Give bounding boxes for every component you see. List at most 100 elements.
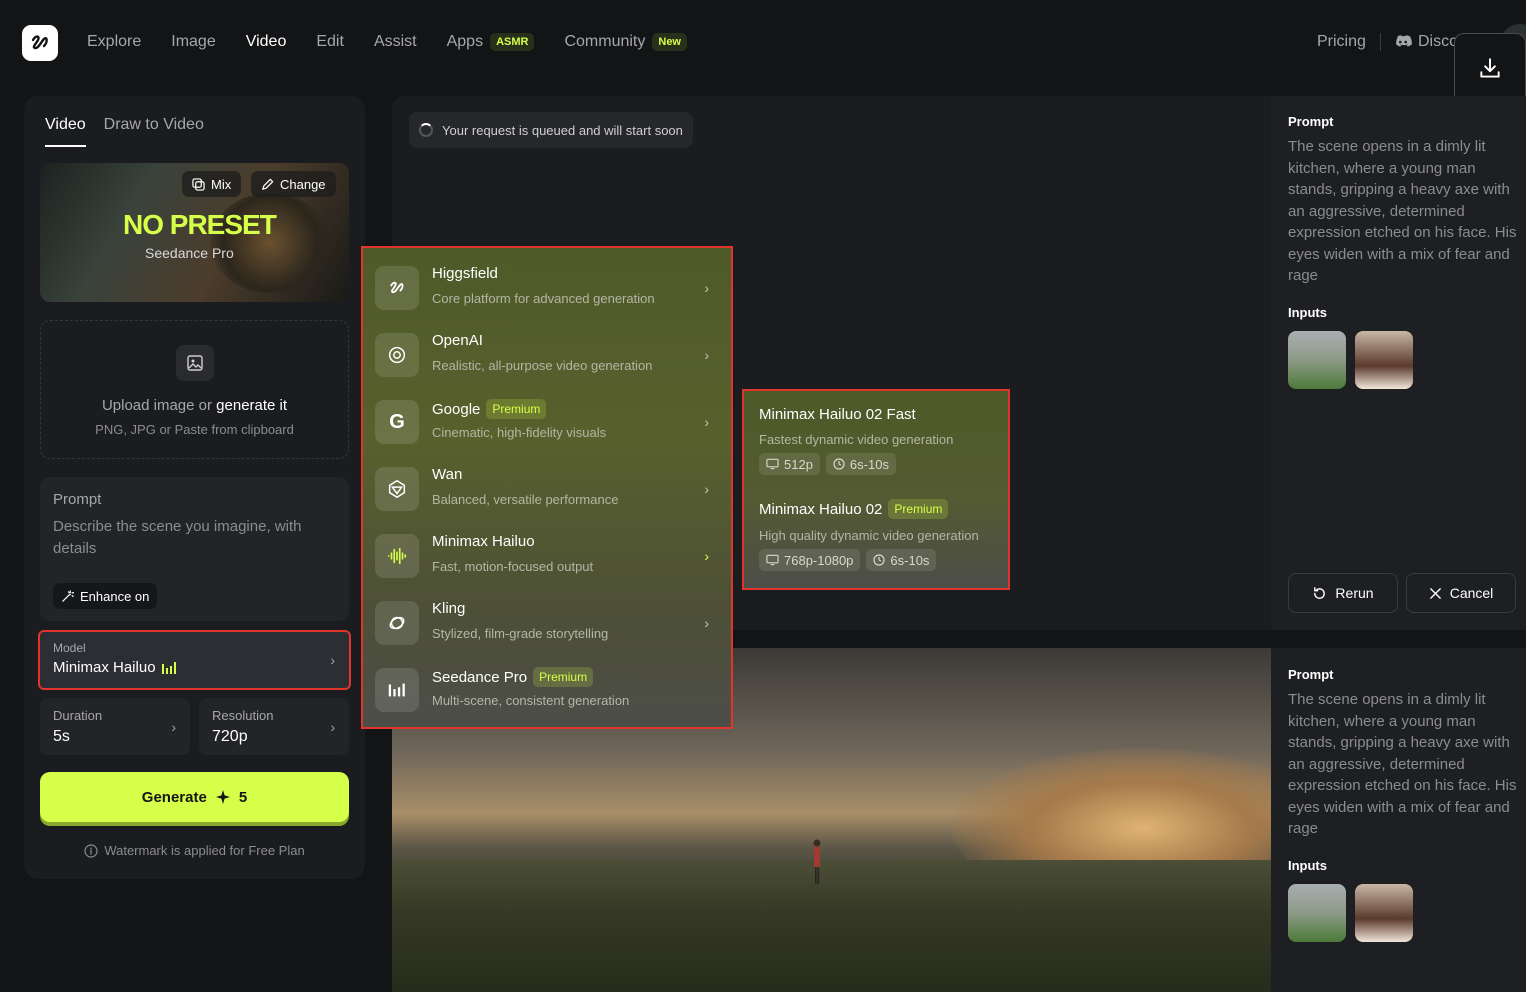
menu-item-openai[interactable]: OpenAI Realistic, all-purpose video gene… xyxy=(375,325,721,385)
menu-item-higgsfield[interactable]: Higgsfield Core platform for advanced ge… xyxy=(375,258,721,318)
chevron-right-icon: › xyxy=(171,718,176,735)
higgsfield-icon xyxy=(375,266,419,310)
nav-explore[interactable]: Explore xyxy=(87,33,141,51)
pencil-icon xyxy=(261,178,274,190)
submenu-item-name: Minimax Hailuo 02 Premium xyxy=(759,499,979,519)
chevron-right-icon: › xyxy=(704,548,709,564)
upload-hint: PNG, JPG or Paste from clipboard xyxy=(95,422,294,437)
menu-item-name: Minimax Hailuo xyxy=(432,533,535,550)
prompt-label: Prompt xyxy=(1288,667,1334,682)
video-details-panel: Prompt The scene opens in a dimly lit ki… xyxy=(1271,648,1526,992)
provider-name: Higgsfield xyxy=(432,265,498,282)
generate-it-link[interactable]: generate it xyxy=(216,397,287,414)
resolution-value: 720p xyxy=(212,728,248,745)
inputs-label: Inputs xyxy=(1288,858,1327,873)
submenu-item-desc: Fastest dynamic video generation xyxy=(759,432,954,447)
tab-draw-to-video[interactable]: Draw to Video xyxy=(104,116,204,147)
rerun-icon xyxy=(1314,586,1326,599)
mode-tabs: Video Draw to Video xyxy=(45,116,204,147)
chevron-right-icon: › xyxy=(704,414,709,430)
duration-selector[interactable]: Duration 5s › xyxy=(40,698,190,755)
menu-item-seedance-pro[interactable]: Seedance Pro Premium Multi-scene, consist… xyxy=(375,660,721,720)
enhance-toggle[interactable]: Enhance on xyxy=(53,583,158,609)
premium-badge: Premium xyxy=(486,399,547,419)
prompt-label: Prompt xyxy=(53,491,102,508)
nav-edit[interactable]: Edit xyxy=(316,33,344,51)
monitor-icon xyxy=(766,554,779,566)
generate-cost: 5 xyxy=(238,788,248,806)
premium-badge: Premium xyxy=(888,499,949,519)
preset-image xyxy=(210,193,330,293)
upload-dropzone[interactable]: Upload image or generate it PNG, JPG or … xyxy=(40,320,349,459)
input-thumbnail[interactable] xyxy=(1355,331,1413,389)
bars-icon xyxy=(375,668,419,712)
provider-name: Wan xyxy=(432,466,463,483)
nav-video[interactable]: Video xyxy=(246,33,287,51)
rerun-button[interactable]: Rerun xyxy=(1288,573,1398,613)
tab-video[interactable]: Video xyxy=(45,116,86,147)
generate-button[interactable]: Generate 5 xyxy=(40,772,349,822)
prompt-box[interactable]: Prompt Describe the scene you imagine, w… xyxy=(40,477,349,621)
menu-item-minimax-hailuo[interactable]: Minimax Hailuo Fast, motion-focused outp… xyxy=(375,526,721,586)
input-thumbnail[interactable] xyxy=(1355,884,1413,942)
chevron-right-icon: › xyxy=(704,280,709,296)
preset-card[interactable]: Mix Change NO PRESET Seedance Pro xyxy=(40,163,349,302)
logo-icon[interactable] xyxy=(22,25,58,61)
asmr-badge: ASMR xyxy=(490,33,535,51)
download-icon xyxy=(1480,58,1500,78)
menu-item-name: Seedance Pro Premium xyxy=(432,667,594,687)
nav-label: Apps xyxy=(446,33,484,50)
menu-item-google[interactable]: G Google Premium Cinematic, high-fidelity… xyxy=(375,392,721,452)
nav-label: Assist xyxy=(373,33,417,50)
discord-icon xyxy=(1396,35,1412,47)
image-icon xyxy=(176,345,214,381)
wan-icon xyxy=(375,467,419,511)
queue-status: Your request is queued and will start so… xyxy=(409,112,693,148)
prompt-placeholder[interactable]: Describe the scene you imagine, with det… xyxy=(53,516,333,560)
resolution-text: 768p-1080p xyxy=(784,552,854,568)
model-name: Minimax Hailuo xyxy=(53,659,156,676)
nav-apps[interactable]: Apps ASMR xyxy=(447,33,535,51)
menu-item-desc: Cinematic, high-fidelity visuals xyxy=(432,425,607,440)
close-icon xyxy=(1429,587,1441,599)
bars-icon xyxy=(161,661,176,674)
rerun-label: Rerun xyxy=(1335,585,1374,601)
model-selector[interactable]: Model Minimax Hailuo › xyxy=(38,630,351,690)
menu-item-desc: Realistic, all-purpose video generation xyxy=(432,358,653,373)
nav-pricing[interactable]: Pricing xyxy=(1317,33,1366,51)
mix-label: Mix xyxy=(211,176,232,192)
input-thumbnail[interactable] xyxy=(1288,884,1346,942)
mix-button[interactable]: Mix xyxy=(182,171,242,197)
resolution-tag: 768p-1080p xyxy=(759,549,861,571)
nav-image[interactable]: Image xyxy=(171,33,215,51)
menu-item-wan[interactable]: Wan Balanced, versatile performance › xyxy=(375,459,721,519)
provider-name: Seedance Pro xyxy=(432,668,528,686)
upload-prefix: Upload image or xyxy=(101,397,212,414)
resolution-selector[interactable]: Resolution 720p › xyxy=(199,698,349,755)
inputs-label: Inputs xyxy=(1288,305,1327,320)
chevron-right-icon: › xyxy=(704,347,709,363)
enhance-label: Enhance on xyxy=(80,588,150,604)
provider-name: Minimax Hailuo xyxy=(432,533,535,550)
chevron-right-icon: › xyxy=(330,652,335,668)
video-grass xyxy=(392,860,1271,992)
resolution-tag: 512p xyxy=(759,453,820,475)
chevron-right-icon: › xyxy=(330,718,335,735)
nav-assist[interactable]: Assist xyxy=(374,33,417,51)
input-thumbnail[interactable] xyxy=(1288,331,1346,389)
preset-subtitle: Seedance Pro xyxy=(145,245,234,261)
submenu-item-hailuo-02[interactable]: Minimax Hailuo 02 Premium High quality dy… xyxy=(759,499,979,571)
submenu-item-hailuo-02-fast[interactable]: Minimax Hailuo 02 Fast Fastest dynamic v… xyxy=(759,406,953,475)
info-icon xyxy=(84,843,98,858)
menu-item-kling[interactable]: Kling Stylized, film-grade storytelling … xyxy=(375,593,721,653)
download-button[interactable] xyxy=(1454,33,1526,105)
cancel-button[interactable]: Cancel xyxy=(1406,573,1516,613)
nav-discord[interactable]: Disco xyxy=(1394,33,1458,51)
submenu-item-name: Minimax Hailuo 02 Fast xyxy=(759,406,953,423)
nav-community[interactable]: Community New xyxy=(564,33,687,51)
menu-item-desc: Balanced, versatile performance xyxy=(432,492,619,507)
change-button[interactable]: Change xyxy=(251,171,336,197)
menu-item-name: Wan xyxy=(432,466,462,483)
generate-label: Generate xyxy=(141,788,207,806)
chevron-right-icon: › xyxy=(704,615,709,631)
